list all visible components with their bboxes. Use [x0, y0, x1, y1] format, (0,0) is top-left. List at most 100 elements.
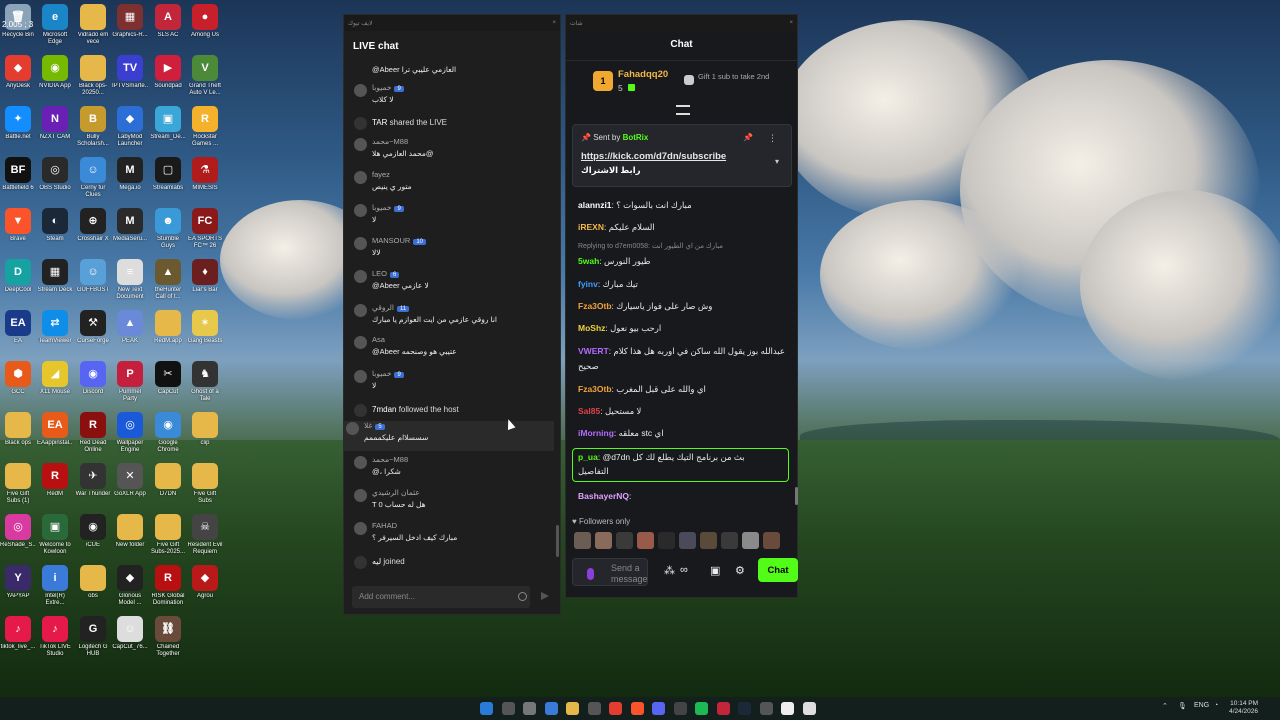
desktop-icon[interactable]: ☠ Resident Evil Requiem [187, 514, 223, 556]
more-options-icon[interactable]: ⋮ [768, 133, 777, 144]
desktop-icon[interactable]: i Intel(R) Extre... [37, 565, 73, 607]
desktop-icon[interactable]: ◉ Discord [75, 361, 111, 396]
chat-username[interactable]: Sal85 [578, 406, 600, 416]
avatar[interactable] [354, 237, 367, 250]
desktop-icon[interactable]: ♪ TikTok LIVE Studio [37, 616, 73, 658]
reply-context[interactable]: Replying to d7em0058: مبارك من اي الطيور… [578, 242, 723, 250]
desktop-icon[interactable]: obs [75, 565, 111, 600]
emoji-icon[interactable] [518, 592, 527, 601]
avatar[interactable] [354, 522, 367, 535]
store-icon[interactable]: ▣ [710, 564, 720, 577]
chat-username[interactable]: 5wah [578, 256, 599, 266]
desktop-icon[interactable]: ◎ OBS Studio [37, 157, 73, 192]
desktop-icon[interactable]: EA EAappinstal... [37, 412, 73, 447]
chat-message[interactable]: 5wah: طيور النورس [578, 256, 651, 267]
live-chat-row[interactable]: محمد~M88 محمد العازمي هلا@ [352, 137, 552, 167]
avatar[interactable] [637, 532, 654, 549]
language-indicator[interactable]: ENG [1194, 702, 1209, 709]
commenter-name[interactable]: خميوبا 9 [372, 369, 404, 378]
desktop-icon[interactable]: ◐ Steam [37, 208, 73, 243]
avatar[interactable] [354, 304, 367, 317]
desktop-icon[interactable]: B Bully Scholarsh... [75, 106, 111, 148]
desktop-icon[interactable]: ✶ Gang Beasts [187, 310, 223, 345]
commenter-name[interactable]: محمد~M88 [372, 455, 408, 464]
desktop-icon[interactable]: Five Gift Subs (1) [0, 463, 36, 505]
avatar[interactable] [721, 532, 738, 549]
live-chat-row[interactable]: خميوبا 9 لا [352, 369, 552, 399]
avatar[interactable] [763, 532, 780, 549]
live-chat-row[interactable]: محمد~M88 @، شكرا [352, 455, 552, 485]
brave-icon[interactable] [630, 702, 644, 715]
desktop-icon[interactable]: M Mega.io [112, 157, 148, 192]
avatar[interactable] [346, 422, 359, 435]
desktop-icon[interactable]: ✈ War Thunder [75, 463, 111, 498]
wifi-icon[interactable]: ◔ [1214, 702, 1218, 709]
desktop-icon[interactable]: R Red Dead Online [75, 412, 111, 454]
desktop-icon[interactable]: ✦ Battle.net [0, 106, 36, 141]
system-user[interactable]: 7mdan [372, 405, 396, 414]
chat-message[interactable]: alannzi1: مبارك انت بالسوات ؟ [578, 200, 692, 211]
unpin-icon[interactable]: 📌 [743, 133, 753, 142]
desktop-icon[interactable]: ≡ New Text Document [112, 259, 148, 301]
desktop-icon[interactable]: ▦ Graphics-R... [112, 4, 148, 39]
app-icon[interactable] [802, 702, 816, 715]
desktop-icon[interactable]: ◆ Glorious Model ... [112, 565, 148, 607]
desktop-icon[interactable]: ◉ Google Chrome [150, 412, 186, 454]
desktop-icon[interactable]: EA EA [0, 310, 36, 345]
chat-message[interactable]: VWERT: عبدالله بوز يقول الله ساكن في اور… [578, 346, 785, 357]
desktop-icon[interactable]: ♦ Liar's Bar [187, 259, 223, 294]
live-chat-row[interactable]: الروقي 11 انا روقي عازمي من ايت العوازم يا… [352, 303, 552, 333]
chat-username[interactable]: Fza3Otb [578, 301, 612, 311]
desktop-icon[interactable]: ✕ GoXLR App [112, 463, 148, 498]
pinned-message[interactable]: 📌 Sent by BotRix 📌 ⋮ https://kick.com/d7… [572, 124, 792, 187]
desktop-icon[interactable]: ▦ Stream Deck [37, 259, 73, 294]
chevron-up-icon[interactable]: ⌃ [1162, 702, 1168, 710]
commenter-name[interactable]: غلا 5 [364, 421, 385, 430]
desktop-icon[interactable]: ◎ ReShade_S... [0, 514, 36, 549]
chrome-icon[interactable] [609, 702, 622, 715]
chat-message[interactable]: Fza3Otb: اي والله على قبل المغرب [578, 384, 706, 395]
desktop-icon[interactable]: Five Gift Subs-2025... [150, 514, 186, 556]
desktop-icon[interactable]: ☻ Stumble Guys [150, 208, 186, 250]
desktop-icon[interactable]: A SLS AC [150, 4, 186, 39]
chat-message[interactable]: fyinv: تيك مبارك [578, 279, 638, 290]
chat-username[interactable]: Fza3Otb [578, 384, 612, 394]
commenter-name[interactable]: LEO 6 [372, 269, 400, 278]
commenter-name[interactable]: محمد~M88 [372, 137, 408, 146]
live-chat-row[interactable]: fayez متور ي ينيص [352, 170, 552, 200]
avatar[interactable] [574, 532, 591, 549]
desktop-icon[interactable]: P Pummel Party [112, 361, 148, 403]
live-chat-row[interactable]: خميوبا 9 لا كلاب [352, 83, 552, 113]
avatar[interactable] [354, 336, 367, 349]
desktop-icon[interactable]: R Rockstar Games ... [187, 106, 223, 148]
avatar[interactable] [595, 532, 612, 549]
desktop-icon[interactable]: ⊕ Crosshair X [75, 208, 111, 243]
desktop-icon[interactable]: R RISK Global Domination [150, 565, 186, 607]
commenter-name[interactable]: fayez [372, 170, 390, 179]
arrow-icon[interactable] [587, 702, 601, 715]
desktop-icon[interactable]: ▶ Soundpad [150, 55, 186, 90]
avatar[interactable] [354, 456, 367, 469]
start-icon[interactable] [480, 702, 493, 715]
desktop-icon[interactable]: Black ops [0, 412, 36, 447]
desktop-icon[interactable]: Y YAPYAP [0, 565, 36, 600]
avatar[interactable] [742, 532, 759, 549]
desktop-icon[interactable]: ⇄ TeamViewer [37, 310, 73, 345]
desktop-icon[interactable]: D7DN [150, 463, 186, 498]
desktop-icon[interactable]: ▼ Brave [0, 208, 36, 243]
window-title-bar[interactable]: شات × [566, 15, 797, 31]
desktop-icon[interactable]: e Microsoft Edge [37, 4, 73, 46]
avatar[interactable] [616, 532, 633, 549]
chat-username[interactable]: BashayerNQ [578, 491, 629, 501]
chat-username[interactable]: MoShz [578, 323, 605, 333]
avatar[interactable] [354, 171, 367, 184]
desktop-icon[interactable]: ☺ CapCut_76... [112, 616, 148, 651]
app-icon[interactable] [716, 702, 730, 715]
clock[interactable]: 10:14 PM 4/24/2026 [1229, 700, 1258, 716]
close-icon[interactable]: × [552, 20, 556, 26]
send-icon[interactable] [541, 592, 549, 600]
microphone-icon[interactable] [587, 568, 594, 580]
desktop-icon[interactable]: RedM.app [150, 310, 186, 345]
desktop-icon[interactable]: ▢ Streamlabs [150, 157, 186, 192]
desktop-icon[interactable]: Vidrado em vece [75, 4, 111, 46]
